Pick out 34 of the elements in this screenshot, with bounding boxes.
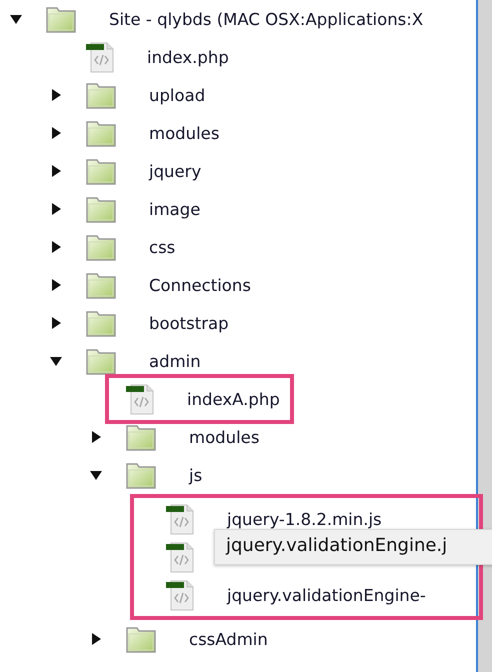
- item-name[interactable]: image: [149, 200, 200, 218]
- code-file-icon: [85, 41, 115, 73]
- collapsed-arrow-icon[interactable]: [49, 126, 63, 140]
- code-file-icon: [165, 503, 195, 535]
- item-name[interactable]: Connections: [149, 276, 251, 294]
- item-name[interactable]: upload: [149, 86, 206, 104]
- expanded-arrow-icon[interactable]: [89, 468, 103, 482]
- code-file-icon: [125, 383, 155, 415]
- item-name[interactable]: js: [189, 466, 202, 484]
- collapsed-arrow-icon[interactable]: [89, 632, 103, 646]
- collapsed-arrow-icon[interactable]: [49, 316, 63, 330]
- item-name[interactable]: css: [149, 238, 176, 256]
- collapsed-arrow-icon[interactable]: [49, 240, 63, 254]
- expanded-arrow-icon[interactable]: [49, 354, 63, 368]
- code-file-icon: [165, 579, 195, 611]
- item-name[interactable]: index.php: [147, 48, 229, 66]
- item-name[interactable]: jquery.validationEngine-: [227, 586, 426, 604]
- item-name[interactable]: Site - qlybds (MAC OSX:Applications:X: [109, 10, 424, 28]
- item-name[interactable]: modules: [149, 124, 220, 142]
- collapsed-arrow-icon[interactable]: [89, 430, 103, 444]
- item-name[interactable]: jquery-1.8.2.min.js: [227, 510, 382, 528]
- item-name[interactable]: cssAdmin: [189, 630, 268, 648]
- item-name[interactable]: bootstrap: [149, 314, 229, 332]
- code-file-icon: [165, 541, 195, 573]
- expanded-arrow-icon[interactable]: [9, 12, 23, 26]
- item-name[interactable]: indexA.php: [187, 390, 280, 408]
- collapsed-arrow-icon[interactable]: [49, 88, 63, 102]
- item-name[interactable]: jquery: [149, 162, 202, 180]
- collapsed-arrow-icon[interactable]: [49, 202, 63, 216]
- collapsed-arrow-icon[interactable]: [49, 164, 63, 178]
- collapsed-arrow-icon[interactable]: [49, 278, 63, 292]
- item-name[interactable]: admin: [149, 352, 201, 370]
- tooltip: jquery.validationEngine.j: [214, 529, 492, 565]
- item-name[interactable]: modules: [189, 428, 260, 446]
